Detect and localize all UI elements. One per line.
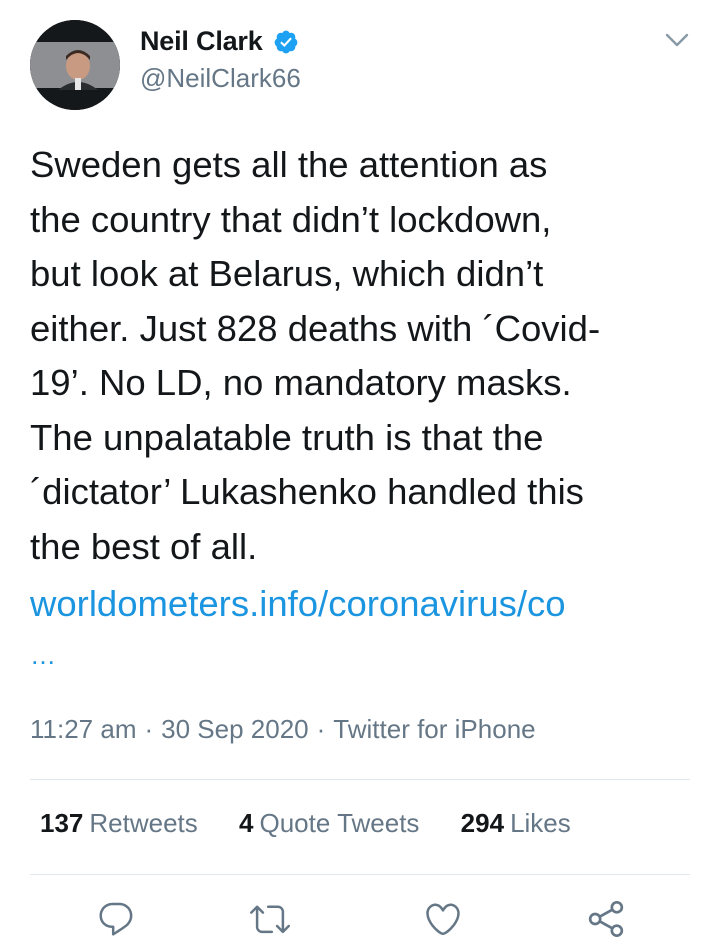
quote-tweets-count: 4 bbox=[239, 808, 254, 838]
avatar[interactable] bbox=[30, 20, 120, 110]
divider bbox=[30, 874, 690, 875]
quote-tweets-stat[interactable]: 4 Quote Tweets bbox=[239, 808, 419, 839]
tweet-header: Neil Clark @NeilClark66 bbox=[0, 0, 720, 120]
avatar-image bbox=[30, 20, 120, 110]
likes-label: Likes bbox=[510, 808, 571, 838]
like-icon[interactable] bbox=[423, 899, 463, 939]
tweet-actions bbox=[0, 895, 720, 945]
retweets-label: Retweets bbox=[89, 808, 198, 838]
author-block[interactable]: Neil Clark @NeilClark66 bbox=[140, 26, 301, 94]
tweet-time[interactable]: 11:27 am bbox=[30, 714, 136, 744]
share-icon[interactable] bbox=[586, 899, 626, 939]
reply-icon[interactable] bbox=[96, 899, 136, 939]
likes-stat[interactable]: 294 Likes bbox=[461, 808, 571, 839]
meta-separator: · bbox=[316, 714, 326, 744]
meta-separator: · bbox=[144, 714, 154, 744]
retweet-icon[interactable] bbox=[250, 899, 290, 939]
tweet-link[interactable]: worldometers.info/coronavirus/co bbox=[30, 577, 566, 632]
quote-tweets-label: Quote Tweets bbox=[259, 808, 420, 838]
tweet-link-ellipsis[interactable]: … bbox=[30, 640, 57, 671]
retweets-stat[interactable]: 137 Retweets bbox=[40, 808, 198, 839]
author-display-name[interactable]: Neil Clark bbox=[140, 26, 263, 57]
verified-badge-icon bbox=[274, 30, 298, 53]
author-handle[interactable]: @NeilClark66 bbox=[140, 63, 301, 94]
tweet-text: Sweden gets all the attention as the cou… bbox=[30, 144, 601, 567]
likes-count: 294 bbox=[460, 808, 505, 838]
tweet-stats: 137 Retweets 4 Quote Tweets 294 Likes bbox=[40, 808, 605, 839]
tweet-meta: 11:27 am · 30 Sep 2020 · Twitter for iPhone bbox=[30, 714, 536, 745]
divider bbox=[30, 779, 690, 780]
tweet-date[interactable]: 30 Sep 2020 bbox=[161, 714, 308, 744]
tweet-source[interactable]: Twitter for iPhone bbox=[333, 714, 535, 744]
retweets-count: 137 bbox=[40, 808, 84, 838]
chevron-down-icon[interactable] bbox=[664, 30, 690, 50]
